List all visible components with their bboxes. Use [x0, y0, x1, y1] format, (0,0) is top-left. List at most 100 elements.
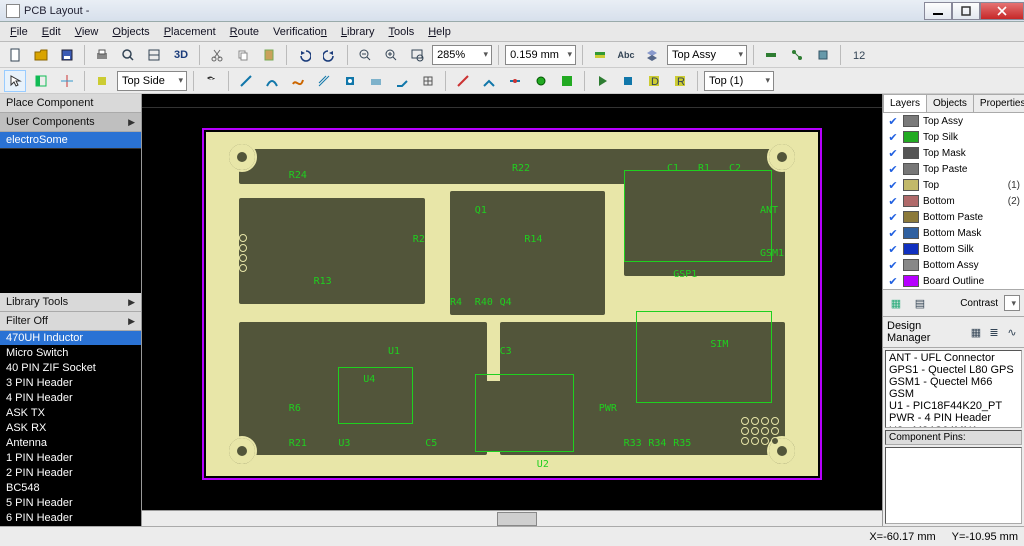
list-item[interactable]: PWR - 4 PIN Header: [889, 412, 1018, 424]
filter-header[interactable]: Filter Off: [0, 312, 141, 331]
layer-visible-check[interactable]: [887, 115, 899, 127]
list-item[interactable]: ASK TX: [0, 406, 141, 421]
route-differential-button[interactable]: [313, 70, 335, 92]
layer-row[interactable]: Top Silk: [883, 129, 1024, 145]
layer-visible-check[interactable]: [887, 179, 899, 191]
component-button[interactable]: [812, 44, 834, 66]
list-item[interactable]: ANT - UFL Connector: [889, 352, 1018, 364]
titleblock-button[interactable]: [143, 44, 165, 66]
renumber-button[interactable]: 12: [847, 44, 869, 66]
tab-objects[interactable]: Objects: [926, 94, 974, 112]
run-drc-button[interactable]: [760, 44, 782, 66]
net-connectivity-button[interactable]: [786, 44, 808, 66]
list-item[interactable]: Micro Switch: [0, 346, 141, 361]
preview-button[interactable]: [117, 44, 139, 66]
edit-trace-button[interactable]: [452, 70, 474, 92]
layer-row[interactable]: Bottom Assy: [883, 257, 1024, 273]
component-pins-body[interactable]: [885, 447, 1022, 524]
list-item[interactable]: Antenna: [0, 436, 141, 451]
list-item[interactable]: 4 PIN Header: [0, 391, 141, 406]
origin-button[interactable]: [56, 70, 78, 92]
copper-pour-button[interactable]: [556, 70, 578, 92]
side-combo[interactable]: Top Side: [117, 71, 187, 91]
list-item[interactable]: GSM1 - Quectel M66 GSM: [889, 376, 1018, 400]
route-angle-button[interactable]: [391, 70, 413, 92]
design-manager-list[interactable]: ANT - UFL ConnectorGPS1 - Quectel L80 GP…: [885, 350, 1022, 428]
undo-button[interactable]: [293, 44, 315, 66]
menu-tools[interactable]: Tools: [383, 24, 421, 40]
list-item[interactable]: ASK RX: [0, 421, 141, 436]
layer-row[interactable]: Bottom Mask: [883, 225, 1024, 241]
layer-row[interactable]: Top Assy: [883, 113, 1024, 129]
cut-button[interactable]: [206, 44, 228, 66]
list-item[interactable]: 3 PIN Header: [0, 376, 141, 391]
layer-visible-check[interactable]: [887, 147, 899, 159]
layer-visible-check[interactable]: [887, 195, 899, 207]
layer-visible-check[interactable]: [887, 243, 899, 255]
zoom-in-button[interactable]: [380, 44, 402, 66]
layer-row[interactable]: Top Paste: [883, 161, 1024, 177]
list-item[interactable]: U2 - M24C64MN1: [889, 425, 1018, 428]
layer-row[interactable]: Top Mask: [883, 145, 1024, 161]
layer-swatch[interactable]: [903, 179, 919, 191]
add-vertex-button[interactable]: [478, 70, 500, 92]
layer-visible-check[interactable]: [887, 211, 899, 223]
print-button[interactable]: [91, 44, 113, 66]
horizontal-scrollbar[interactable]: [142, 510, 882, 526]
scrollbar-thumb[interactable]: [497, 512, 537, 526]
user-components-header[interactable]: User Components: [0, 113, 141, 132]
layer-swatch[interactable]: [903, 131, 919, 143]
autoroute-run-button[interactable]: [591, 70, 613, 92]
place-component-header[interactable]: Place Component: [0, 94, 141, 113]
layer-row[interactable]: Bottom Paste: [883, 209, 1024, 225]
layer-combo[interactable]: Top Assy: [667, 45, 747, 65]
menu-edit[interactable]: Edit: [36, 24, 67, 40]
list-item[interactable]: 5 PIN Header: [0, 496, 141, 511]
route-hatch-button[interactable]: [365, 70, 387, 92]
grid-combo[interactable]: 0.159 mm: [505, 45, 576, 65]
list-item[interactable]: U1 - PIC18F44K20_PT: [889, 400, 1018, 412]
copy-button[interactable]: [232, 44, 254, 66]
new-file-button[interactable]: [4, 44, 26, 66]
maximize-button[interactable]: [952, 2, 980, 20]
select-tool-button[interactable]: [4, 70, 26, 92]
layer-row[interactable]: Top (1): [883, 177, 1024, 193]
fanout-button[interactable]: [339, 70, 361, 92]
list-item[interactable]: 470UH Inductor: [0, 331, 141, 346]
library-tools-header[interactable]: Library Tools: [0, 293, 141, 312]
layer-props-button[interactable]: ▤: [911, 294, 929, 312]
layer-row[interactable]: Bottom Silk: [883, 241, 1024, 257]
layer-swatch[interactable]: [903, 243, 919, 255]
component-list[interactable]: 470UH InductorMicro Switch40 PIN ZIF Soc…: [0, 331, 141, 526]
find-button[interactable]: [200, 70, 222, 92]
save-file-button[interactable]: [56, 44, 78, 66]
list-item[interactable]: GPS1 - Quectel L80 GPS: [889, 364, 1018, 376]
layer-visible-check[interactable]: [887, 163, 899, 175]
tab-layers[interactable]: Layers: [883, 94, 927, 112]
route-manual-button[interactable]: [235, 70, 257, 92]
zoom-window-button[interactable]: [406, 44, 428, 66]
tab-properties[interactable]: Properties: [973, 94, 1024, 112]
menu-library[interactable]: Library: [335, 24, 381, 40]
list-item[interactable]: BC548: [0, 481, 141, 496]
3d-view-button[interactable]: 3D: [169, 44, 193, 66]
zoom-combo[interactable]: 285%: [432, 45, 492, 65]
contrast-combo[interactable]: [1004, 295, 1020, 311]
minimize-button[interactable]: [924, 2, 952, 20]
layer-visible-check[interactable]: [887, 275, 899, 287]
paste-button[interactable]: [258, 44, 280, 66]
list-item[interactable]: 1 PIN Header: [0, 451, 141, 466]
menu-help[interactable]: Help: [422, 24, 457, 40]
list-item[interactable]: 40 PIN ZIF Socket: [0, 361, 141, 376]
text-tool-button[interactable]: Abc: [615, 44, 637, 66]
menu-placement[interactable]: Placement: [158, 24, 222, 40]
layer-row[interactable]: Board Outline: [883, 273, 1024, 289]
grid-button[interactable]: [417, 70, 439, 92]
add-layer-button[interactable]: ▦: [887, 294, 905, 312]
autoroute-stop-button[interactable]: [617, 70, 639, 92]
menu-file[interactable]: File: [4, 24, 34, 40]
route-free-button[interactable]: [287, 70, 309, 92]
layers-button[interactable]: [641, 44, 663, 66]
list-item[interactable]: 2 PIN Header: [0, 466, 141, 481]
list-item[interactable]: 6 PIN Header: [0, 511, 141, 526]
